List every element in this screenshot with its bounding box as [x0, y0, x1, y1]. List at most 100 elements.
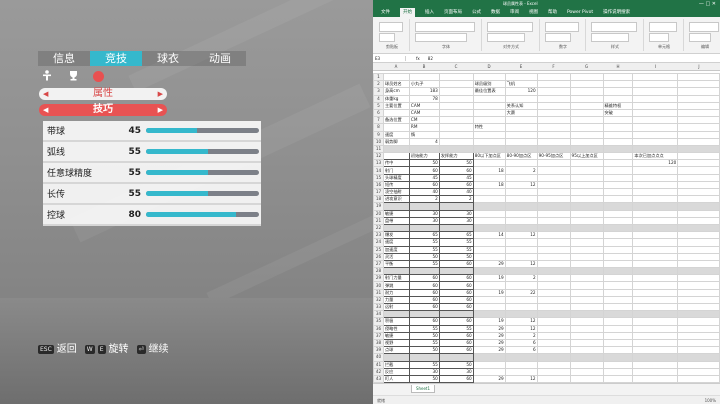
cell[interactable]: [504, 245, 538, 254]
column-header[interactable]: H: [603, 63, 633, 70]
cell[interactable]: [569, 144, 604, 154]
cell[interactable]: [677, 108, 720, 118]
cell[interactable]: [536, 346, 571, 355]
cell[interactable]: [632, 295, 679, 305]
cell[interactable]: [677, 137, 720, 146]
stat-row[interactable]: 带球 45: [43, 121, 261, 142]
cell[interactable]: [536, 274, 571, 283]
name-box[interactable]: E3: [373, 55, 406, 61]
cell[interactable]: 30: [408, 216, 440, 225]
arrow-left-icon[interactable]: ◀: [43, 88, 48, 100]
row-header[interactable]: 20: [373, 209, 384, 218]
cell[interactable]: [504, 267, 538, 276]
cell[interactable]: [677, 195, 720, 204]
cell[interactable]: 80以下加点区: [472, 152, 506, 161]
cell[interactable]: [472, 187, 506, 197]
cell[interactable]: [536, 245, 571, 254]
cell[interactable]: [677, 180, 720, 190]
cell[interactable]: [602, 238, 634, 247]
cell[interactable]: 19: [472, 288, 506, 297]
row-header[interactable]: 14: [373, 166, 384, 175]
cell[interactable]: [504, 116, 538, 125]
cell[interactable]: 183: [408, 87, 440, 96]
row-header[interactable]: 29: [373, 274, 384, 283]
cell[interactable]: [536, 108, 571, 118]
row-header[interactable]: 16: [373, 180, 384, 190]
cell[interactable]: [382, 152, 410, 161]
cell[interactable]: [677, 123, 720, 132]
cell[interactable]: 耐力: [382, 288, 410, 297]
cell[interactable]: [632, 281, 679, 290]
category-selector-skill[interactable]: ◀ 技巧 ▶: [39, 104, 167, 116]
cell[interactable]: [569, 274, 604, 283]
cell[interactable]: 敏捷: [382, 209, 410, 218]
cell[interactable]: [677, 252, 720, 261]
row-header[interactable]: 12: [373, 152, 384, 161]
column-header[interactable]: C: [439, 63, 473, 70]
row-header[interactable]: 8: [373, 123, 384, 132]
cell[interactable]: [677, 159, 720, 168]
cell[interactable]: [472, 367, 506, 376]
cell[interactable]: 60: [408, 166, 440, 175]
ribbon-tab[interactable]: 开始: [400, 8, 415, 17]
cell[interactable]: 60: [438, 302, 474, 312]
cell[interactable]: 50: [408, 331, 440, 340]
cell[interactable]: [632, 130, 679, 139]
cell[interactable]: [504, 281, 538, 290]
row-header[interactable]: 15: [373, 173, 384, 182]
cell[interactable]: 55: [408, 245, 440, 254]
cell[interactable]: [677, 353, 720, 362]
cell[interactable]: [677, 324, 720, 333]
cell[interactable]: [632, 137, 679, 146]
cell[interactable]: [677, 94, 720, 103]
cell[interactable]: [569, 159, 604, 168]
cell[interactable]: 最佳位置表: [472, 87, 506, 96]
cell[interactable]: 29: [472, 259, 506, 269]
cell[interactable]: 12: [504, 374, 538, 383]
cell[interactable]: [438, 267, 474, 276]
cell[interactable]: [632, 144, 679, 154]
cell[interactable]: 12: [504, 180, 538, 190]
cell[interactable]: [632, 331, 679, 340]
sheet-table[interactable]: 1 2 球员姓名 小丸子 球员级别 飞机 3 身高cm 183 最佳位置表 120 4 体重kg 78 5 主…: [373, 73, 720, 383]
cell[interactable]: [536, 116, 571, 125]
cell[interactable]: [504, 310, 538, 319]
ribbon-control[interactable]: [649, 33, 669, 42]
cell[interactable]: [536, 252, 571, 261]
cell[interactable]: [472, 216, 506, 225]
ribbon-control[interactable]: [415, 33, 467, 42]
cell[interactable]: [472, 353, 506, 362]
row-header[interactable]: 28: [373, 267, 384, 276]
cell[interactable]: [602, 166, 634, 175]
cell[interactable]: 19: [472, 317, 506, 326]
cell[interactable]: 30: [438, 216, 474, 225]
cell[interactable]: [408, 267, 440, 276]
cell[interactable]: 飞机: [504, 80, 538, 89]
cell[interactable]: [536, 295, 571, 305]
cell[interactable]: [438, 101, 474, 110]
window-controls[interactable]: — □ ✕: [699, 0, 716, 8]
cell[interactable]: 灵活: [382, 252, 410, 261]
back-hint[interactable]: ESC 返回: [38, 340, 77, 355]
cell[interactable]: 60: [438, 346, 474, 355]
cell[interactable]: [602, 317, 634, 326]
cell[interactable]: 爆发: [382, 231, 410, 240]
cell[interactable]: [602, 209, 634, 218]
cell[interactable]: [569, 238, 604, 247]
cell[interactable]: CAM: [408, 101, 440, 110]
cell[interactable]: [536, 231, 571, 240]
formula-input[interactable]: 82: [420, 56, 433, 61]
cell[interactable]: [438, 310, 474, 319]
cell[interactable]: [632, 238, 679, 247]
cell[interactable]: [602, 259, 634, 269]
cell[interactable]: [602, 195, 634, 204]
cell[interactable]: 体重kg: [382, 94, 410, 103]
cell[interactable]: [677, 152, 720, 161]
cell[interactable]: [472, 245, 506, 254]
cell[interactable]: 特性: [472, 123, 506, 132]
cell[interactable]: [569, 346, 604, 355]
column-header[interactable]: I: [633, 63, 678, 70]
cell[interactable]: [602, 245, 634, 254]
cell[interactable]: [632, 108, 679, 118]
row-header[interactable]: 34: [373, 310, 384, 319]
